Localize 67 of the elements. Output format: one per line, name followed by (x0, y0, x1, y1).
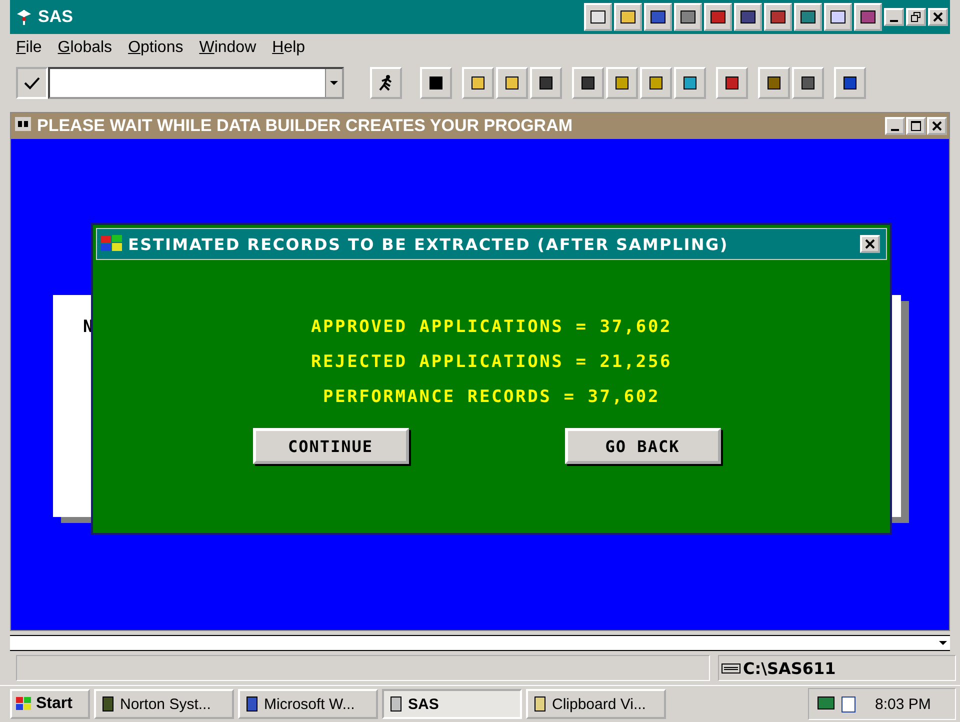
toolbar-icon[interactable] (794, 3, 822, 31)
close-button[interactable] (928, 8, 948, 26)
toolbar-icon[interactable] (420, 67, 452, 99)
program-icon (388, 696, 404, 712)
menu-item[interactable]: File (16, 39, 42, 57)
toolbar-icon[interactable] (734, 3, 762, 31)
drive-icon (721, 662, 741, 674)
toolbar-icon[interactable] (674, 3, 702, 31)
toolbar-icon[interactable] (614, 3, 642, 31)
toolbar-icon[interactable] (584, 3, 612, 31)
toolbar-icon[interactable] (674, 67, 706, 99)
checkmark-icon (22, 75, 42, 91)
menu-item[interactable]: Help (272, 39, 306, 57)
program-icon (100, 696, 116, 712)
clock: 8:03 PM (875, 696, 931, 712)
toolbar-icon[interactable] (704, 3, 732, 31)
taskbar-button[interactable]: SAS (382, 689, 522, 719)
toolbar-icon[interactable] (572, 67, 604, 99)
toolbar-icon[interactable] (640, 67, 672, 99)
menu-item[interactable]: Window (199, 39, 256, 57)
maximize-icon (911, 121, 921, 131)
program-icon (532, 696, 548, 712)
check-button[interactable] (16, 67, 48, 99)
menu-item[interactable]: Globals (58, 39, 112, 57)
toolbar-icon[interactable] (824, 3, 852, 31)
record-count-text: REJECTED APPLICATIONS = 21,256 (310, 352, 672, 372)
toolbar-icon[interactable] (496, 67, 528, 99)
record-count-text: PERFORMANCE RECORDS = 37,602 (323, 387, 660, 407)
close-button[interactable] (860, 235, 880, 253)
toolbar-icon[interactable] (606, 67, 638, 99)
record-count-text: APPROVED APPLICATIONS = 37,602 (310, 317, 672, 337)
dialog-title: ESTIMATED RECORDS TO BE EXTRACTED (AFTER SAMPLING) (128, 234, 728, 254)
command-field[interactable] (48, 67, 344, 99)
maximize-button[interactable] (906, 117, 926, 135)
minimize-button[interactable] (884, 8, 904, 26)
toolbar-icon[interactable] (764, 3, 792, 31)
dialog-button[interactable]: CONTINUE (252, 428, 408, 464)
toolbar-icon[interactable] (716, 67, 748, 99)
window-title: PLEASE WAIT WHILE DATA BUILDER CREATES YOUR PROGRAM (37, 116, 573, 136)
taskbar-button[interactable]: Clipboard Vi... (526, 689, 666, 719)
taskbar-button[interactable]: Microsoft W... (238, 689, 378, 719)
minimize-button[interactable] (885, 117, 905, 135)
minimize-icon (891, 128, 899, 130)
toolbar-icon[interactable] (462, 67, 494, 99)
menu-item[interactable]: Options (128, 39, 184, 57)
toolbar-icon[interactable] (854, 3, 882, 31)
toolbar-icon[interactable] (792, 67, 824, 99)
close-icon (933, 12, 943, 22)
toolbar-icon[interactable] (758, 67, 790, 99)
close-icon (865, 239, 875, 249)
toolbar-icon[interactable] (644, 3, 672, 31)
flag-icon (14, 696, 34, 712)
toolbar-icon[interactable] (530, 67, 562, 99)
taskbar-button[interactable]: Norton Syst... (94, 689, 234, 719)
restore-button[interactable] (906, 8, 926, 26)
start-button[interactable]: Start (10, 689, 90, 719)
path-text: C:\SAS611 (743, 658, 836, 678)
close-button[interactable] (927, 117, 947, 135)
toolbar-icon[interactable] (834, 67, 866, 99)
dialog-button[interactable]: GO BACK (564, 428, 720, 464)
flag-icon (99, 234, 125, 254)
restore-icon (911, 12, 921, 22)
running-figure-icon[interactable] (370, 67, 402, 99)
window-title: SAS (38, 7, 73, 27)
program-icon (244, 696, 260, 712)
minimize-icon (890, 20, 898, 22)
close-icon (932, 121, 942, 131)
